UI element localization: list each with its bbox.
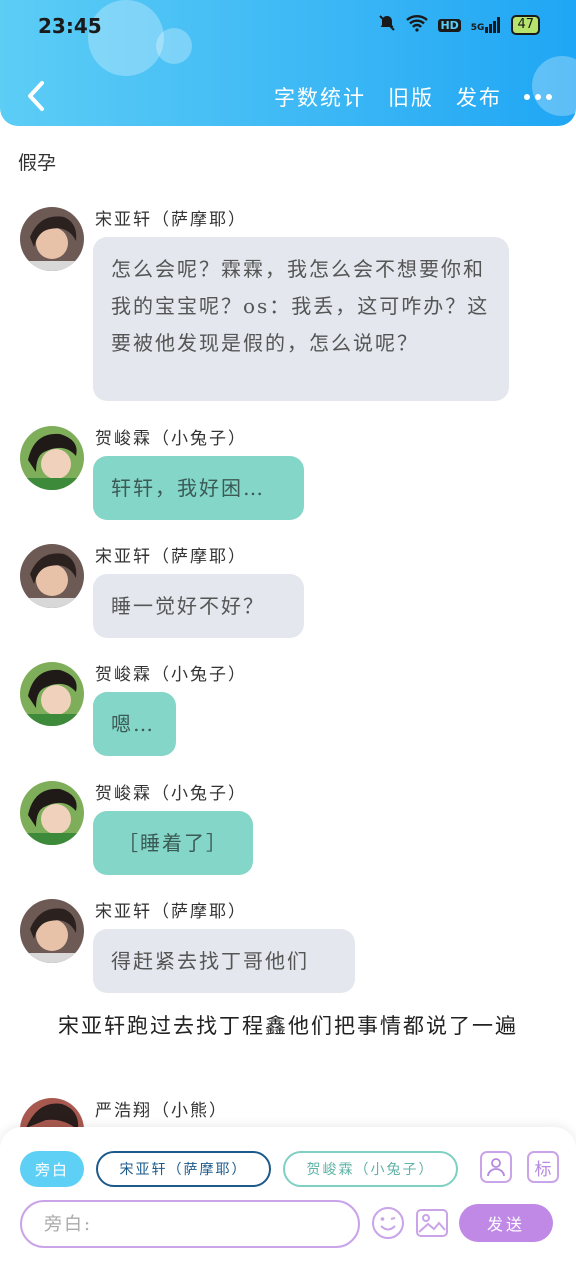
speaker-name: 贺峻霖（小兔子） — [95, 665, 247, 685]
speaker-name: 宋亚轩（萨摩耶） — [95, 902, 247, 922]
back-button[interactable] — [22, 78, 52, 114]
emoji-button[interactable] — [370, 1205, 406, 1241]
message-bubble[interactable]: 轩轩，我好困… — [93, 456, 304, 520]
speaker-name: 贺峻霖（小兔子） — [95, 429, 247, 449]
message-bubble[interactable]: 嗯… — [93, 692, 176, 756]
decor-bubble — [88, 0, 164, 76]
speaker-name: 贺峻霖（小兔子） — [95, 784, 247, 804]
word-count-button[interactable]: 字数统计 — [274, 82, 366, 112]
top-actions: 字数统计 旧版 发布 — [274, 82, 552, 112]
publish-button[interactable]: 发布 — [456, 82, 502, 112]
status-time: 23:45 — [38, 14, 102, 38]
more-options-icon[interactable] — [524, 94, 552, 100]
tag-button[interactable]: 标 — [527, 1151, 559, 1183]
speaker-name: 严浩翔（小熊） — [95, 1101, 228, 1121]
message-bubble[interactable]: 睡一觉好不好？ — [93, 574, 304, 638]
message-bubble[interactable]: ［睡着了］ — [93, 811, 253, 875]
top-header: 23:45 HD 5G 47 字数统计 旧版 发布 — [0, 0, 576, 126]
image-icon — [416, 1209, 448, 1237]
send-button[interactable]: 发送 — [459, 1204, 553, 1242]
speaker-name: 宋亚轩（萨摩耶） — [95, 547, 247, 567]
wifi-icon — [406, 14, 429, 36]
old-version-button[interactable]: 旧版 — [388, 82, 434, 112]
chapter-title: 假孕 — [18, 152, 57, 174]
avatar-he-junlin[interactable] — [20, 662, 84, 726]
person-icon — [487, 1158, 505, 1177]
status-icons: HD 5G 47 — [378, 14, 540, 36]
avatar-he-junlin[interactable] — [20, 781, 84, 845]
message-input[interactable] — [20, 1200, 360, 1248]
message-bubble[interactable]: 怎么会呢？霖霖，我怎么会不想要你和我的宝宝呢？os：我丢，这可咋办？这要被他发现… — [93, 237, 509, 401]
signal-icon: 5G — [471, 17, 502, 33]
role-narrator-button[interactable]: 旁白 — [20, 1151, 84, 1187]
speaker-name: 宋亚轩（萨摩耶） — [95, 210, 247, 230]
add-character-button[interactable] — [480, 1151, 512, 1183]
hd-icon: HD — [438, 18, 461, 32]
mute-bell-icon — [378, 14, 396, 36]
smile-icon — [372, 1207, 404, 1239]
composer-panel: 旁白 宋亚轩（萨摩耶） 贺峻霖（小兔子） 标 发送 — [0, 1127, 576, 1280]
role-he-junlin-button[interactable]: 贺峻霖（小兔子） — [283, 1151, 458, 1187]
image-button[interactable] — [414, 1205, 450, 1241]
chevron-left-icon — [28, 81, 44, 111]
avatar-song-yaxuan[interactable] — [20, 544, 84, 608]
decor-bubble-small — [156, 28, 192, 64]
narration-paragraph: 宋亚轩跑过去找丁程鑫他们把事情都说了一遍 — [58, 1014, 518, 1038]
avatar-song-yaxuan[interactable] — [20, 899, 84, 963]
role-song-yaxuan-button[interactable]: 宋亚轩（萨摩耶） — [96, 1151, 271, 1187]
message-bubble[interactable]: 得赶紧去找丁哥他们 — [93, 929, 355, 993]
avatar-song-yaxuan[interactable] — [20, 207, 84, 271]
avatar-he-junlin[interactable] — [20, 426, 84, 490]
battery-icon: 47 — [511, 15, 540, 35]
